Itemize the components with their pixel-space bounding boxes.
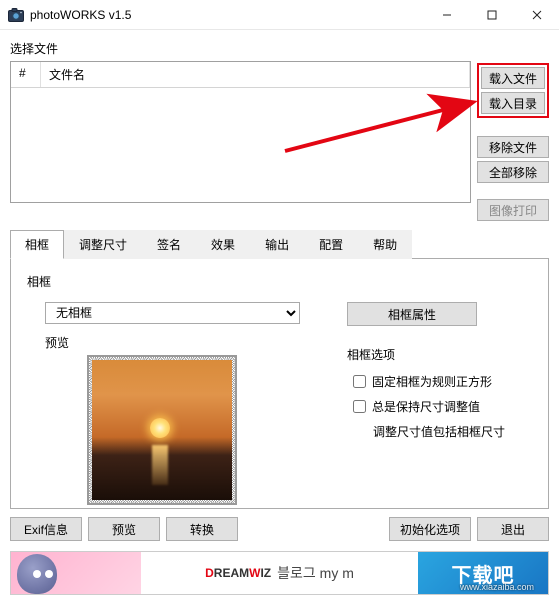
bottom-bar: Exif信息 预览 转换 初始化选项 退出 (0, 509, 559, 549)
watermark: www.xiazaiba.com (460, 582, 534, 592)
tab-config[interactable]: 配置 (304, 230, 358, 259)
exif-button[interactable]: Exif信息 (10, 517, 82, 541)
col-index[interactable]: # (11, 62, 41, 87)
keep-size-label: 总是保持尺寸调整值 (372, 398, 480, 415)
ad-banner[interactable]: DREAMWIZ 블로그 my m 下载吧 www.xiazaiba.com (10, 551, 549, 595)
load-directory-button[interactable]: 载入目录 (481, 92, 545, 114)
preview-frame (87, 355, 237, 505)
frame-options-title: 相框选项 (347, 346, 532, 363)
system-buttons (424, 0, 559, 29)
ad-text: 블로그 my m (277, 563, 354, 583)
tab-resize[interactable]: 调整尺寸 (64, 230, 142, 259)
app-icon (8, 8, 24, 22)
close-button[interactable] (514, 0, 559, 29)
file-list[interactable]: # 文件名 (10, 61, 471, 203)
side-button-panel: 载入文件 载入目录 移除文件 全部移除 图像打印 (477, 61, 549, 221)
titlebar: photoWORKS v1.5 (0, 0, 559, 30)
maximize-button[interactable] (469, 0, 514, 29)
minimize-button[interactable] (424, 0, 469, 29)
tab-panel-frame: 相框 无相框 预览 (10, 259, 549, 509)
convert-button[interactable]: 转换 (166, 517, 238, 541)
image-print-button[interactable]: 图像打印 (477, 199, 549, 221)
frame-group-title: 相框 (27, 273, 532, 290)
exit-button[interactable]: 退出 (477, 517, 549, 541)
file-list-header: # 文件名 (11, 62, 470, 88)
col-filename[interactable]: 文件名 (41, 62, 470, 87)
keep-size-note: 调整尺寸值包括相框尺寸 (373, 423, 532, 440)
fixed-square-checkbox[interactable] (353, 375, 366, 388)
preview-image (92, 360, 232, 500)
ad-middle: DREAMWIZ 블로그 my m (141, 552, 418, 594)
fixed-square-row[interactable]: 固定相框为规则正方形 (353, 373, 532, 390)
tab-output[interactable]: 输出 (250, 230, 304, 259)
preview-button[interactable]: 预览 (88, 517, 160, 541)
tab-signature[interactable]: 签名 (142, 230, 196, 259)
keep-size-row[interactable]: 总是保持尺寸调整值 (353, 398, 532, 415)
frame-select[interactable]: 无相框 (45, 302, 300, 324)
init-options-button[interactable]: 初始化选项 (389, 517, 471, 541)
remove-all-button[interactable]: 全部移除 (477, 161, 549, 183)
frame-properties-button[interactable]: 相框属性 (347, 302, 477, 326)
file-list-body[interactable] (11, 88, 470, 202)
select-file-label: 选择文件 (10, 40, 549, 57)
load-file-button[interactable]: 载入文件 (481, 67, 545, 89)
tab-help[interactable]: 帮助 (358, 230, 412, 259)
tab-effect[interactable]: 效果 (196, 230, 250, 259)
annotation-highlight: 载入文件 载入目录 (477, 63, 549, 118)
keep-size-checkbox[interactable] (353, 400, 366, 413)
ad-brand: DREAMWIZ (205, 564, 271, 582)
preview-label: 预览 (45, 334, 327, 351)
remove-file-button[interactable]: 移除文件 (477, 136, 549, 158)
window-title: photoWORKS v1.5 (30, 8, 424, 22)
ad-character (11, 552, 141, 594)
fixed-square-label: 固定相框为规则正方形 (372, 373, 492, 390)
tab-frame[interactable]: 相框 (10, 230, 64, 259)
tab-bar: 相框 调整尺寸 签名 效果 输出 配置 帮助 (10, 229, 549, 259)
